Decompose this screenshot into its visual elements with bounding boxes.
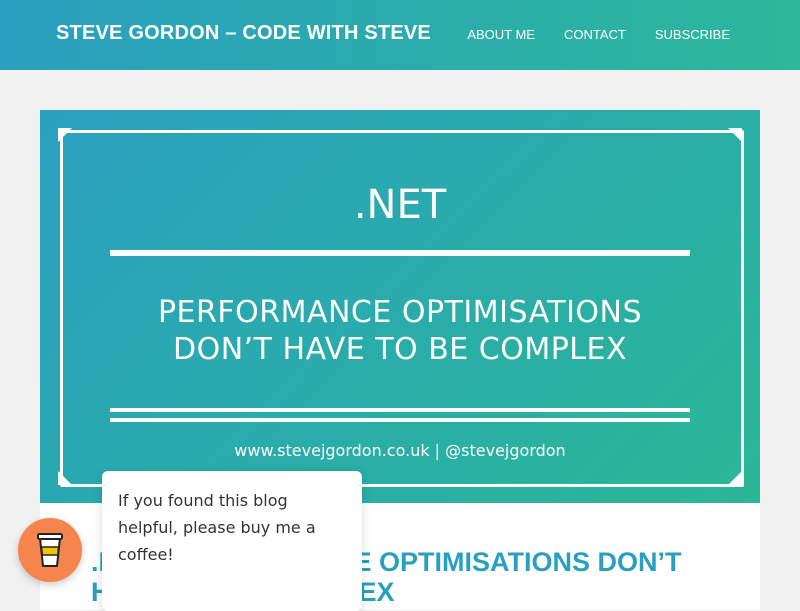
coffee-cup-icon xyxy=(37,533,63,567)
hero-divider xyxy=(110,250,690,256)
hero-tag: .NET xyxy=(353,182,447,228)
hero-footer-text: www.stevejgordon.co.uk | @stevejgordon xyxy=(234,441,566,460)
hero-divider xyxy=(110,408,690,412)
popup-message: If you found this blog helpful, please b… xyxy=(118,491,316,564)
hero-divider xyxy=(110,418,690,422)
hero-line-1: PERFORMANCE OPTIMISATIONS xyxy=(157,295,643,330)
buy-me-a-coffee-button[interactable] xyxy=(18,518,82,582)
hero-line-2: DON’T HAVE TO BE COMPLEX xyxy=(172,332,628,367)
site-header: STEVE GORDON – CODE WITH STEVE ABOUT ME … xyxy=(0,0,800,70)
nav-contact[interactable]: CONTACT xyxy=(564,27,626,42)
featured-image: .NET PERFORMANCE OPTIMISATIONS DON’T HAV… xyxy=(40,110,760,503)
nav-about-me[interactable]: ABOUT ME xyxy=(467,27,535,42)
nav-subscribe[interactable]: SUBSCRIBE xyxy=(655,27,730,42)
site-title-link[interactable]: STEVE GORDON – CODE WITH STEVE xyxy=(56,22,431,45)
main-nav: ABOUT ME CONTACT SUBSCRIBE xyxy=(467,27,730,42)
buy-me-a-coffee-popup[interactable]: If you found this blog helpful, please b… xyxy=(102,471,362,611)
